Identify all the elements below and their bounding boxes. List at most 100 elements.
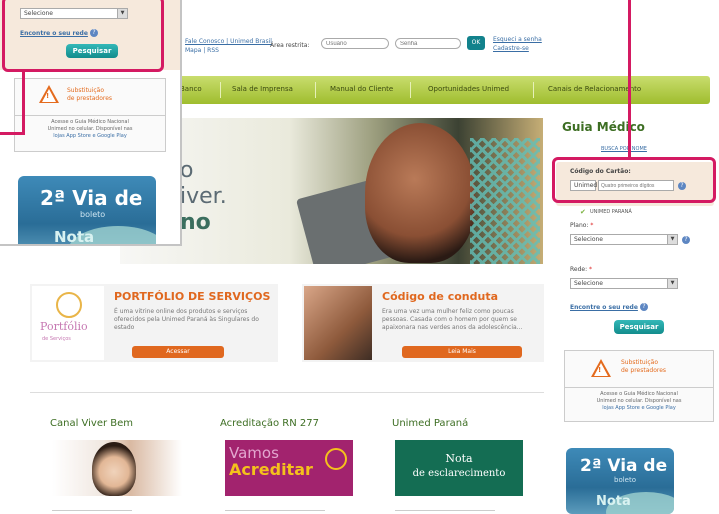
conduta-text: Era uma vez uma mulher feliz como poucas… bbox=[382, 308, 523, 331]
nav-item-imprensa[interactable]: Sala de Imprensa bbox=[232, 85, 293, 93]
check-icon: ✔ bbox=[580, 208, 586, 216]
portfolio-logo: Portfólio de Serviços bbox=[32, 286, 104, 360]
hero-hammock-image bbox=[470, 138, 540, 264]
city-label: Rede: * bbox=[570, 266, 592, 273]
viver-bem-caption-line bbox=[52, 510, 132, 511]
overlay-substitution-title-1[interactable]: Substituição bbox=[67, 87, 104, 94]
substitution-box: ! Substituição de prestadores Acesse o G… bbox=[564, 350, 714, 422]
warning-icon-mark: ! bbox=[598, 366, 602, 374]
header-links[interactable]: Fale Conosco | Unimed Brasil bbox=[185, 38, 272, 45]
header-links-2[interactable]: Mapa | RSS bbox=[185, 47, 219, 54]
acreditacao-title: Acreditação RN 277 bbox=[220, 418, 319, 429]
conduta-readmore-button[interactable]: Leia Mais bbox=[402, 346, 522, 358]
nav-item-manual[interactable]: Manual do Cliente bbox=[330, 85, 393, 93]
city-required-mark: * bbox=[589, 266, 593, 273]
plan-label: Plano: * bbox=[570, 222, 593, 229]
city-select-value: Selecione bbox=[574, 280, 603, 287]
login-button-label: OK bbox=[471, 39, 481, 46]
login-button[interactable]: OK bbox=[467, 36, 485, 50]
substitution-title-1[interactable]: Substituição bbox=[621, 359, 658, 366]
acreditacao-banner-line2: Acreditar bbox=[229, 460, 313, 479]
overlay-substitution-title-2[interactable]: de prestadores bbox=[67, 95, 112, 102]
restricted-label: Área restrita: bbox=[270, 42, 310, 49]
portfolio-title: PORTFÓLIO DE SERVIÇOS bbox=[114, 290, 271, 303]
plan-label-text: Plano: bbox=[570, 222, 589, 229]
find-help-icon[interactable]: ? bbox=[640, 303, 648, 311]
plan-required-mark: * bbox=[590, 222, 594, 229]
guia-busca-link[interactable]: BUSCA POR NOME bbox=[601, 146, 647, 152]
acreditacao-caption-line bbox=[225, 510, 325, 511]
nav-item-oportunidades[interactable]: Oportunidades Unimed bbox=[428, 85, 509, 93]
password-input[interactable] bbox=[395, 38, 461, 49]
city-label-text: Rede: bbox=[570, 266, 588, 273]
main-nav: Banco Sala de Imprensa Manual do Cliente… bbox=[150, 76, 710, 104]
app-text-1: Acesse o Guia Médico Nacional bbox=[600, 391, 678, 397]
hero-line-2: iver. bbox=[180, 184, 227, 209]
forgot-password-link[interactable]: Esqueci a senha bbox=[493, 36, 542, 43]
boleto-banner[interactable]: 2ª Via de boleto Nota bbox=[566, 448, 674, 514]
nav-item-banco[interactable]: Banco bbox=[180, 85, 202, 93]
overlay-app-text-2: Unimed no celular. Disponível nas bbox=[47, 126, 133, 132]
overlay-substitution-divider bbox=[15, 115, 165, 116]
viver-bem-woman bbox=[92, 442, 136, 496]
nota-banner-line2: de esclarecimento bbox=[412, 468, 506, 479]
overlay-boleto-line2: boleto bbox=[80, 210, 106, 219]
hero-line-1: o bbox=[180, 158, 194, 183]
boleto-line2: boleto bbox=[614, 476, 637, 484]
portfolio-card: Portfólio de Serviços PORTFÓLIO DE SERVI… bbox=[30, 284, 278, 362]
overlay-boleto-line1: 2ª Via de bbox=[40, 186, 143, 210]
hero-line-3: no bbox=[180, 210, 211, 235]
acreditacao-network-icon bbox=[325, 448, 347, 470]
conduta-card: Código de conduta Era uma vez uma mulher… bbox=[302, 284, 544, 362]
divider bbox=[30, 392, 544, 393]
conduta-image bbox=[304, 286, 372, 360]
overlay-connector-horizontal bbox=[0, 132, 25, 135]
overlay-warning-icon-mark: ! bbox=[46, 92, 50, 100]
plan-select-value: Selecione bbox=[574, 236, 603, 243]
plan-help-icon[interactable]: ? bbox=[682, 236, 690, 244]
overlay-boleto-banner[interactable]: 2ª Via de boleto Nota bbox=[18, 176, 156, 246]
portfolio-text: É uma vitrine online dos produtos e serv… bbox=[114, 308, 259, 331]
viver-bem-image[interactable] bbox=[52, 440, 182, 496]
search-button[interactable]: Pesquisar bbox=[614, 320, 664, 334]
guia-title: Guia Médico bbox=[562, 120, 645, 134]
hero-woman-image bbox=[365, 123, 475, 263]
portfolio-logo-text: Portfólio bbox=[40, 320, 88, 333]
portfolio-logo-icon bbox=[56, 292, 82, 318]
overlay-substitution-box: ! Substituição de prestadores Acesse o G… bbox=[14, 78, 166, 152]
nota-banner[interactable]: Nota de esclarecimento bbox=[395, 440, 523, 496]
highlight-card-code bbox=[552, 157, 716, 203]
hero-banner[interactable]: o iver. no bbox=[120, 118, 543, 264]
app-text-3[interactable]: lojas App Store e Google Play bbox=[565, 405, 713, 411]
zoom-overlay: Selecione ▼ Encontre o seu rede ? Pesquis… bbox=[0, 0, 182, 246]
substitution-divider bbox=[565, 387, 713, 388]
acreditacao-banner[interactable]: Vamos Acreditar bbox=[225, 440, 353, 496]
header: Fale Conosco | Unimed Brasil Mapa | RSS … bbox=[175, 28, 719, 68]
overlay-highlight bbox=[2, 0, 164, 72]
portfolio-logo-sub: de Serviços bbox=[42, 336, 71, 342]
nota-caption-line bbox=[395, 510, 495, 511]
portfolio-access-button[interactable]: Acessar bbox=[132, 346, 224, 358]
unimed-parana-title: Unimed Paraná bbox=[392, 418, 469, 429]
highlight-connector-right bbox=[628, 0, 631, 157]
overlay-app-text-3[interactable]: lojas App Store e Google Play bbox=[15, 133, 165, 139]
substitution-title-2[interactable]: de prestadores bbox=[621, 367, 666, 374]
hero-text: o iver. no bbox=[180, 158, 227, 236]
city-select[interactable]: Selecione ▼ bbox=[570, 278, 678, 289]
app-text-2: Unimed no celular. Disponível nas bbox=[596, 398, 682, 404]
viver-bem-title: Canal Viver Bem bbox=[50, 418, 134, 429]
conduta-title: Código de conduta bbox=[382, 290, 498, 303]
boleto-line3: Nota bbox=[596, 494, 631, 509]
username-input[interactable] bbox=[321, 38, 389, 49]
register-link[interactable]: Cadastre-se bbox=[493, 45, 529, 52]
find-network-link[interactable]: Encontre o seu rede bbox=[570, 304, 638, 311]
boleto-line1: 2ª Via de bbox=[580, 456, 668, 476]
overlay-connector-vertical bbox=[22, 72, 25, 134]
nota-banner-line1: Nota bbox=[445, 452, 473, 465]
overlay-boleto-line3: Nota bbox=[54, 228, 95, 246]
national-label: UNIMED PARANÁ bbox=[590, 209, 632, 215]
overlay-app-text-1: Acesse o Guia Médico Nacional bbox=[51, 119, 129, 125]
plan-select[interactable]: Selecione ▼ bbox=[570, 234, 678, 245]
chevron-down-icon: ▼ bbox=[667, 279, 677, 288]
chevron-down-icon: ▼ bbox=[667, 235, 677, 244]
